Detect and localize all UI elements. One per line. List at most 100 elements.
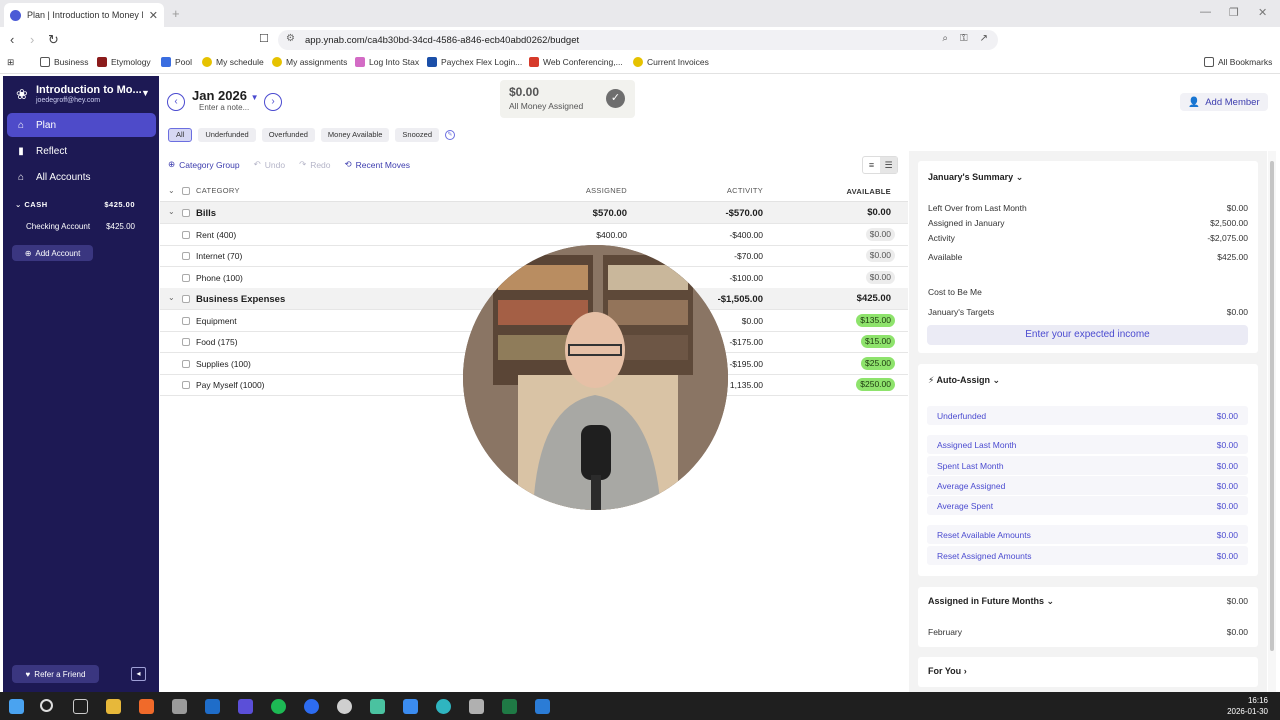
category-group-row[interactable]: ⌄ Bills $570.00 -$570.00 $0.00 [160, 202, 908, 224]
collapse-sidebar-icon[interactable]: ◂ [131, 667, 146, 681]
inspector-scrollbar[interactable] [1268, 151, 1276, 692]
cash-group-header[interactable]: ⌄ CASH $425.00 [15, 200, 135, 209]
category-name[interactable]: Business Expenses [196, 294, 285, 305]
category-group-button[interactable]: ⊕ Category Group [168, 159, 240, 170]
compact-view-icon[interactable]: ≡ [863, 157, 880, 173]
url-field[interactable]: ⚙ app.ynab.com/ca4b30bd-34cd-4586-a846-e… [278, 30, 998, 50]
app-icon[interactable] [535, 699, 550, 714]
filter-all[interactable]: All [168, 128, 193, 142]
category-name[interactable]: Internet (70) [196, 251, 242, 261]
chevron-down-icon[interactable]: ⌄ [168, 293, 175, 302]
search-icon[interactable] [40, 699, 53, 712]
available-amount[interactable]: $0.00 [863, 206, 895, 219]
key-icon[interactable]: ⚿ [960, 33, 968, 44]
site-info-icon[interactable]: ⚙ [286, 33, 295, 44]
filter-overfunded[interactable]: Overfunded [261, 128, 315, 142]
task-view-icon[interactable] [73, 699, 88, 714]
budget-name[interactable]: Introduction to Mo... [36, 84, 142, 96]
file-explorer-icon[interactable] [106, 699, 121, 714]
reload-icon[interactable]: ↻ [48, 32, 59, 48]
all-bookmarks[interactable]: All Bookmarks [1204, 57, 1272, 67]
available-amount[interactable]: $15.00 [861, 335, 895, 348]
budget-menu-caret-icon[interactable]: ▼ [141, 88, 150, 98]
window-close-icon[interactable]: ✕ [1258, 6, 1267, 19]
category-name[interactable]: Rent (400) [196, 230, 236, 240]
app-icon[interactable] [436, 699, 451, 714]
scrollbar-thumb[interactable] [1270, 161, 1274, 651]
app-icon[interactable] [370, 699, 385, 714]
activity-amount[interactable]: 1,135.00 [730, 380, 763, 390]
brave-browser-icon[interactable] [139, 699, 154, 714]
assigned-amount[interactable]: $400.00 [596, 230, 627, 240]
activity-amount[interactable]: -$400.00 [729, 230, 763, 240]
account-checking[interactable]: Checking Account $425.00 [26, 222, 135, 231]
activity-amount[interactable]: -$70.00 [734, 251, 763, 261]
auto-assign-item[interactable]: Underfunded $0.00 [927, 406, 1248, 425]
activity-amount[interactable]: -$175.00 [729, 337, 763, 347]
minimize-icon[interactable]: — [1200, 6, 1211, 18]
app-icon[interactable] [337, 699, 352, 714]
month-selector[interactable]: Jan 2026 ▼ [192, 88, 258, 103]
activity-amount[interactable]: -$100.00 [729, 273, 763, 283]
available-amount[interactable]: $0.00 [865, 270, 895, 284]
row-checkbox[interactable] [182, 338, 190, 346]
system-clock[interactable]: 16:16 2026-01-30 [1227, 695, 1268, 717]
close-icon[interactable]: ✕ [149, 9, 158, 22]
category-name[interactable]: Phone (100) [196, 273, 243, 283]
auto-assign-item[interactable]: Assigned Last Month $0.00 [927, 435, 1248, 454]
available-amount[interactable]: $0.00 [865, 249, 895, 262]
zoom-app-icon[interactable] [304, 699, 319, 714]
row-checkbox[interactable] [182, 273, 190, 282]
row-checkbox[interactable] [182, 359, 190, 368]
auto-assign-item[interactable]: Average Spent $0.00 [927, 496, 1248, 515]
excel-icon[interactable] [502, 699, 517, 714]
activity-amount[interactable]: $0.00 [742, 316, 763, 326]
forward-icon[interactable]: › [30, 32, 34, 47]
bookmark-web-conferencing[interactable]: Web Conferencing,... [529, 57, 623, 67]
restore-icon[interactable]: ❐ [1229, 6, 1239, 19]
row-checkbox[interactable] [182, 316, 190, 325]
filter-snoozed[interactable]: Snoozed [395, 128, 440, 142]
edit-filters-icon[interactable]: ✎ [445, 130, 456, 140]
available-amount[interactable]: $425.00 [853, 292, 895, 305]
for-you-card[interactable]: For You › [918, 657, 1258, 687]
month-note[interactable]: Enter a note... [199, 103, 249, 112]
category-name[interactable]: Equipment [196, 316, 237, 326]
sidebar-item-all-accounts[interactable]: ⌂ All Accounts [7, 165, 156, 189]
category-name[interactable]: Bills [196, 208, 216, 219]
expected-income-button[interactable]: Enter your expected income [927, 325, 1248, 345]
bookmark-my-assignments[interactable]: My assignments [272, 57, 347, 67]
recent-moves-button[interactable]: ⟲ Recent Moves [345, 159, 410, 170]
select-all-checkbox[interactable] [182, 187, 190, 195]
windows-start-icon[interactable] [9, 699, 24, 714]
share-icon[interactable]: ↗ [980, 33, 988, 44]
row-checkbox[interactable] [182, 209, 190, 217]
apps-icon[interactable]: ⊞ [7, 57, 14, 68]
auto-assign-item[interactable]: Spent Last Month $0.00 [927, 456, 1248, 475]
app-icon[interactable] [238, 699, 253, 714]
previous-month-button[interactable]: ‹ [167, 93, 185, 111]
expanded-view-icon[interactable]: ☰ [880, 157, 897, 173]
bookmark-pool[interactable]: Pool [161, 57, 192, 67]
assigned-amount[interactable]: $570.00 [593, 208, 627, 219]
auto-assign-item[interactable]: Average Assigned $0.00 [927, 476, 1248, 495]
available-amount[interactable]: $135.00 [856, 313, 895, 327]
add-account-button[interactable]: ⊕ Add Account [12, 245, 93, 261]
browser-tab[interactable]: Plan | Introduction to Money Ma ✕ [4, 3, 164, 27]
refer-friend-button[interactable]: ♥ Refer a Friend [12, 665, 99, 683]
row-checkbox[interactable] [182, 252, 190, 260]
category-row[interactable]: Rent (400) $400.00 -$400.00 $0.00 [160, 224, 908, 246]
available-amount[interactable]: $0.00 [865, 227, 895, 241]
sidebar-item-plan[interactable]: ⌂ Plan [7, 113, 156, 137]
activity-amount[interactable]: -$195.00 [729, 359, 763, 369]
activity-amount[interactable]: -$570.00 [725, 208, 763, 219]
available-amount[interactable]: $25.00 [861, 356, 895, 370]
zoom-icon[interactable]: ⌕ [942, 33, 948, 44]
summary-title[interactable]: January's Summary ⌄ [928, 172, 1023, 183]
for-you-title[interactable]: For You › [928, 666, 967, 676]
chevron-down-icon[interactable]: ⌄ [168, 186, 175, 195]
notepad-icon[interactable] [172, 699, 187, 714]
bookmark-paychex[interactable]: Paychex Flex Login... [427, 57, 522, 67]
row-checkbox[interactable] [182, 381, 190, 389]
bookmark-etymology[interactable]: Etymology [97, 57, 151, 67]
